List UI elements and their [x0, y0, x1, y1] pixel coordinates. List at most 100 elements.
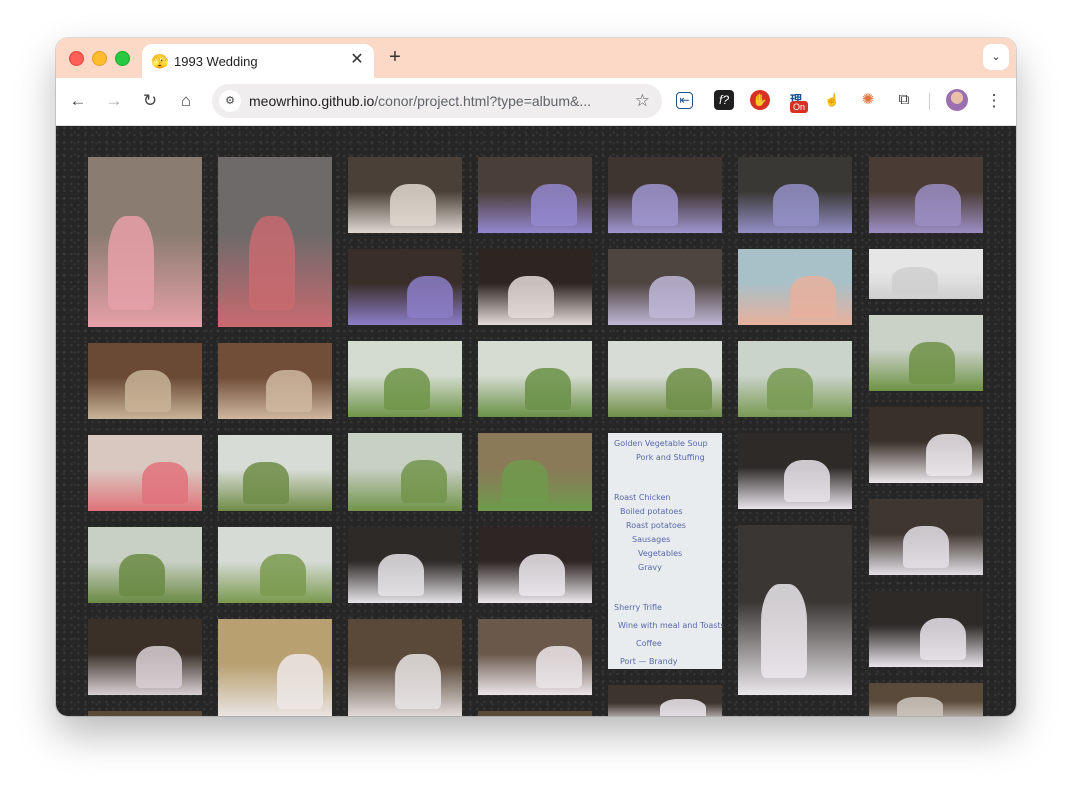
- stop-hand-icon[interactable]: ✋: [750, 90, 770, 110]
- photo-subject: [243, 462, 289, 504]
- url-host: meowrhino.github.io: [249, 93, 375, 109]
- gallery-photo[interactable]: [348, 249, 462, 325]
- menu-line: Golden Vegetable Soup: [614, 439, 708, 448]
- gallery-photo[interactable]: [869, 407, 983, 483]
- photo-gallery: Golden Vegetable Soup Pork and Stuffing Ro…: [56, 126, 1016, 716]
- bookmark-star-icon[interactable]: ☆: [635, 91, 650, 111]
- menu-line: Roast potatoes: [626, 521, 686, 530]
- gallery-photo[interactable]: [738, 157, 852, 233]
- gallery-photo[interactable]: [478, 527, 592, 603]
- forward-icon[interactable]: →: [103, 90, 125, 112]
- photo-subject: [407, 276, 453, 318]
- menu-line: Wine with meal and Toasts: [618, 621, 722, 630]
- sparkle-icon[interactable]: ✺: [858, 90, 878, 110]
- gallery-photo[interactable]: [869, 157, 983, 233]
- close-tab-icon[interactable]: ✕: [348, 51, 366, 69]
- more-menu-icon[interactable]: ⋮: [983, 90, 1005, 112]
- photo-subject: [660, 699, 706, 716]
- gallery-photo[interactable]: [88, 527, 202, 603]
- gallery-photo[interactable]: [869, 499, 983, 575]
- menu-card-photo[interactable]: Golden Vegetable Soup Pork and Stuffing Ro…: [608, 433, 722, 669]
- reader-icon[interactable]: ⇤: [676, 92, 693, 109]
- puzzle-icon[interactable]: ⧉: [894, 90, 914, 110]
- profile-avatar[interactable]: [946, 89, 968, 111]
- photo-subject: [508, 276, 554, 318]
- menu-line: Port — Brandy: [620, 657, 678, 666]
- font-icon[interactable]: f?: [714, 90, 734, 110]
- photo-subject: [136, 646, 182, 688]
- gallery-photo[interactable]: [608, 341, 722, 417]
- gallery-photo[interactable]: [348, 341, 462, 417]
- gallery-photo[interactable]: [869, 315, 983, 391]
- photo-subject: [401, 460, 447, 503]
- gallery-photo[interactable]: [738, 525, 852, 695]
- gallery-photo[interactable]: [218, 157, 332, 327]
- gallery-photo[interactable]: [478, 711, 592, 716]
- photo-subject: [395, 654, 441, 709]
- gallery-photo[interactable]: [869, 591, 983, 667]
- zoom-window-button[interactable]: [115, 51, 130, 66]
- photo-subject: [142, 462, 188, 504]
- reload-icon[interactable]: ↻: [139, 90, 161, 112]
- photo-subject: [649, 276, 695, 318]
- gallery-photo[interactable]: [348, 157, 462, 233]
- gallery-photo[interactable]: [88, 619, 202, 695]
- url-text[interactable]: meowrhino.github.io/conor/project.html?t…: [249, 93, 591, 109]
- close-window-button[interactable]: [69, 51, 84, 66]
- gallery-photo[interactable]: [738, 249, 852, 325]
- toolbar-divider: [929, 93, 930, 110]
- gallery-photo[interactable]: [478, 433, 592, 511]
- photo-subject: [666, 368, 712, 410]
- gallery-photo[interactable]: [218, 435, 332, 511]
- gallery-photo[interactable]: [608, 685, 722, 716]
- gallery-photo[interactable]: [348, 433, 462, 511]
- tab-search-button[interactable]: ⌄: [983, 44, 1009, 70]
- photo-subject: [119, 554, 165, 596]
- gallery-photo[interactable]: [478, 249, 592, 325]
- gallery-photo[interactable]: [738, 341, 852, 417]
- back-icon[interactable]: ←: [67, 90, 89, 112]
- photo-subject: [915, 184, 961, 226]
- gallery-photo[interactable]: [478, 157, 592, 233]
- url-path: /conor/project.html?type=album&...: [374, 93, 592, 109]
- menu-line: Sherry Trifle: [614, 603, 662, 612]
- menu-line: Gravy: [638, 563, 662, 572]
- gallery-photo[interactable]: [348, 619, 462, 716]
- gallery-photo[interactable]: [738, 433, 852, 509]
- photo-subject: [277, 654, 323, 709]
- photo-subject: [903, 526, 949, 568]
- site-settings-icon[interactable]: ⚙: [219, 90, 241, 112]
- gallery-photo[interactable]: [608, 249, 722, 325]
- photo-subject: [249, 216, 295, 310]
- photo-subject: [260, 554, 306, 596]
- new-tab-button[interactable]: +: [384, 46, 406, 68]
- gallery-photo[interactable]: [88, 157, 202, 327]
- gallery-photo[interactable]: [88, 343, 202, 419]
- home-icon[interactable]: ⌂: [175, 90, 197, 112]
- tab-strip: 🫣 1993 Wedding ✕ + ⌄: [56, 38, 1016, 78]
- gallery-photo[interactable]: [88, 711, 202, 716]
- photo-subject: [266, 370, 312, 412]
- gallery-photo[interactable]: [869, 683, 983, 716]
- gallery-photo[interactable]: [218, 619, 332, 716]
- minimize-window-button[interactable]: [92, 51, 107, 66]
- photo-subject: [502, 460, 548, 503]
- gallery-photo[interactable]: [218, 527, 332, 603]
- gallery-photo[interactable]: [348, 527, 462, 603]
- gallery-photo[interactable]: [608, 157, 722, 233]
- gallery-photo[interactable]: [869, 249, 983, 299]
- gallery-photo[interactable]: [478, 619, 592, 695]
- tab-active[interactable]: 🫣 1993 Wedding ✕: [142, 44, 374, 78]
- gallery-photo[interactable]: [478, 341, 592, 417]
- menu-line: Boiled potatoes: [620, 507, 683, 516]
- photo-subject: [767, 368, 813, 410]
- hand-icon[interactable]: ☝: [822, 90, 842, 110]
- photo-subject: [108, 216, 154, 310]
- toolbar: ← → ↻ ⌂ ⚙ meowrhino.github.io/conor/proj…: [56, 78, 1016, 126]
- photo-subject: [125, 370, 171, 412]
- gallery-photo[interactable]: [218, 343, 332, 419]
- gallery-photo[interactable]: [88, 435, 202, 511]
- address-bar[interactable]: ⚙ meowrhino.github.io/conor/project.html…: [212, 84, 662, 118]
- photo-subject: [525, 368, 571, 410]
- tab-title: 1993 Wedding: [174, 54, 258, 69]
